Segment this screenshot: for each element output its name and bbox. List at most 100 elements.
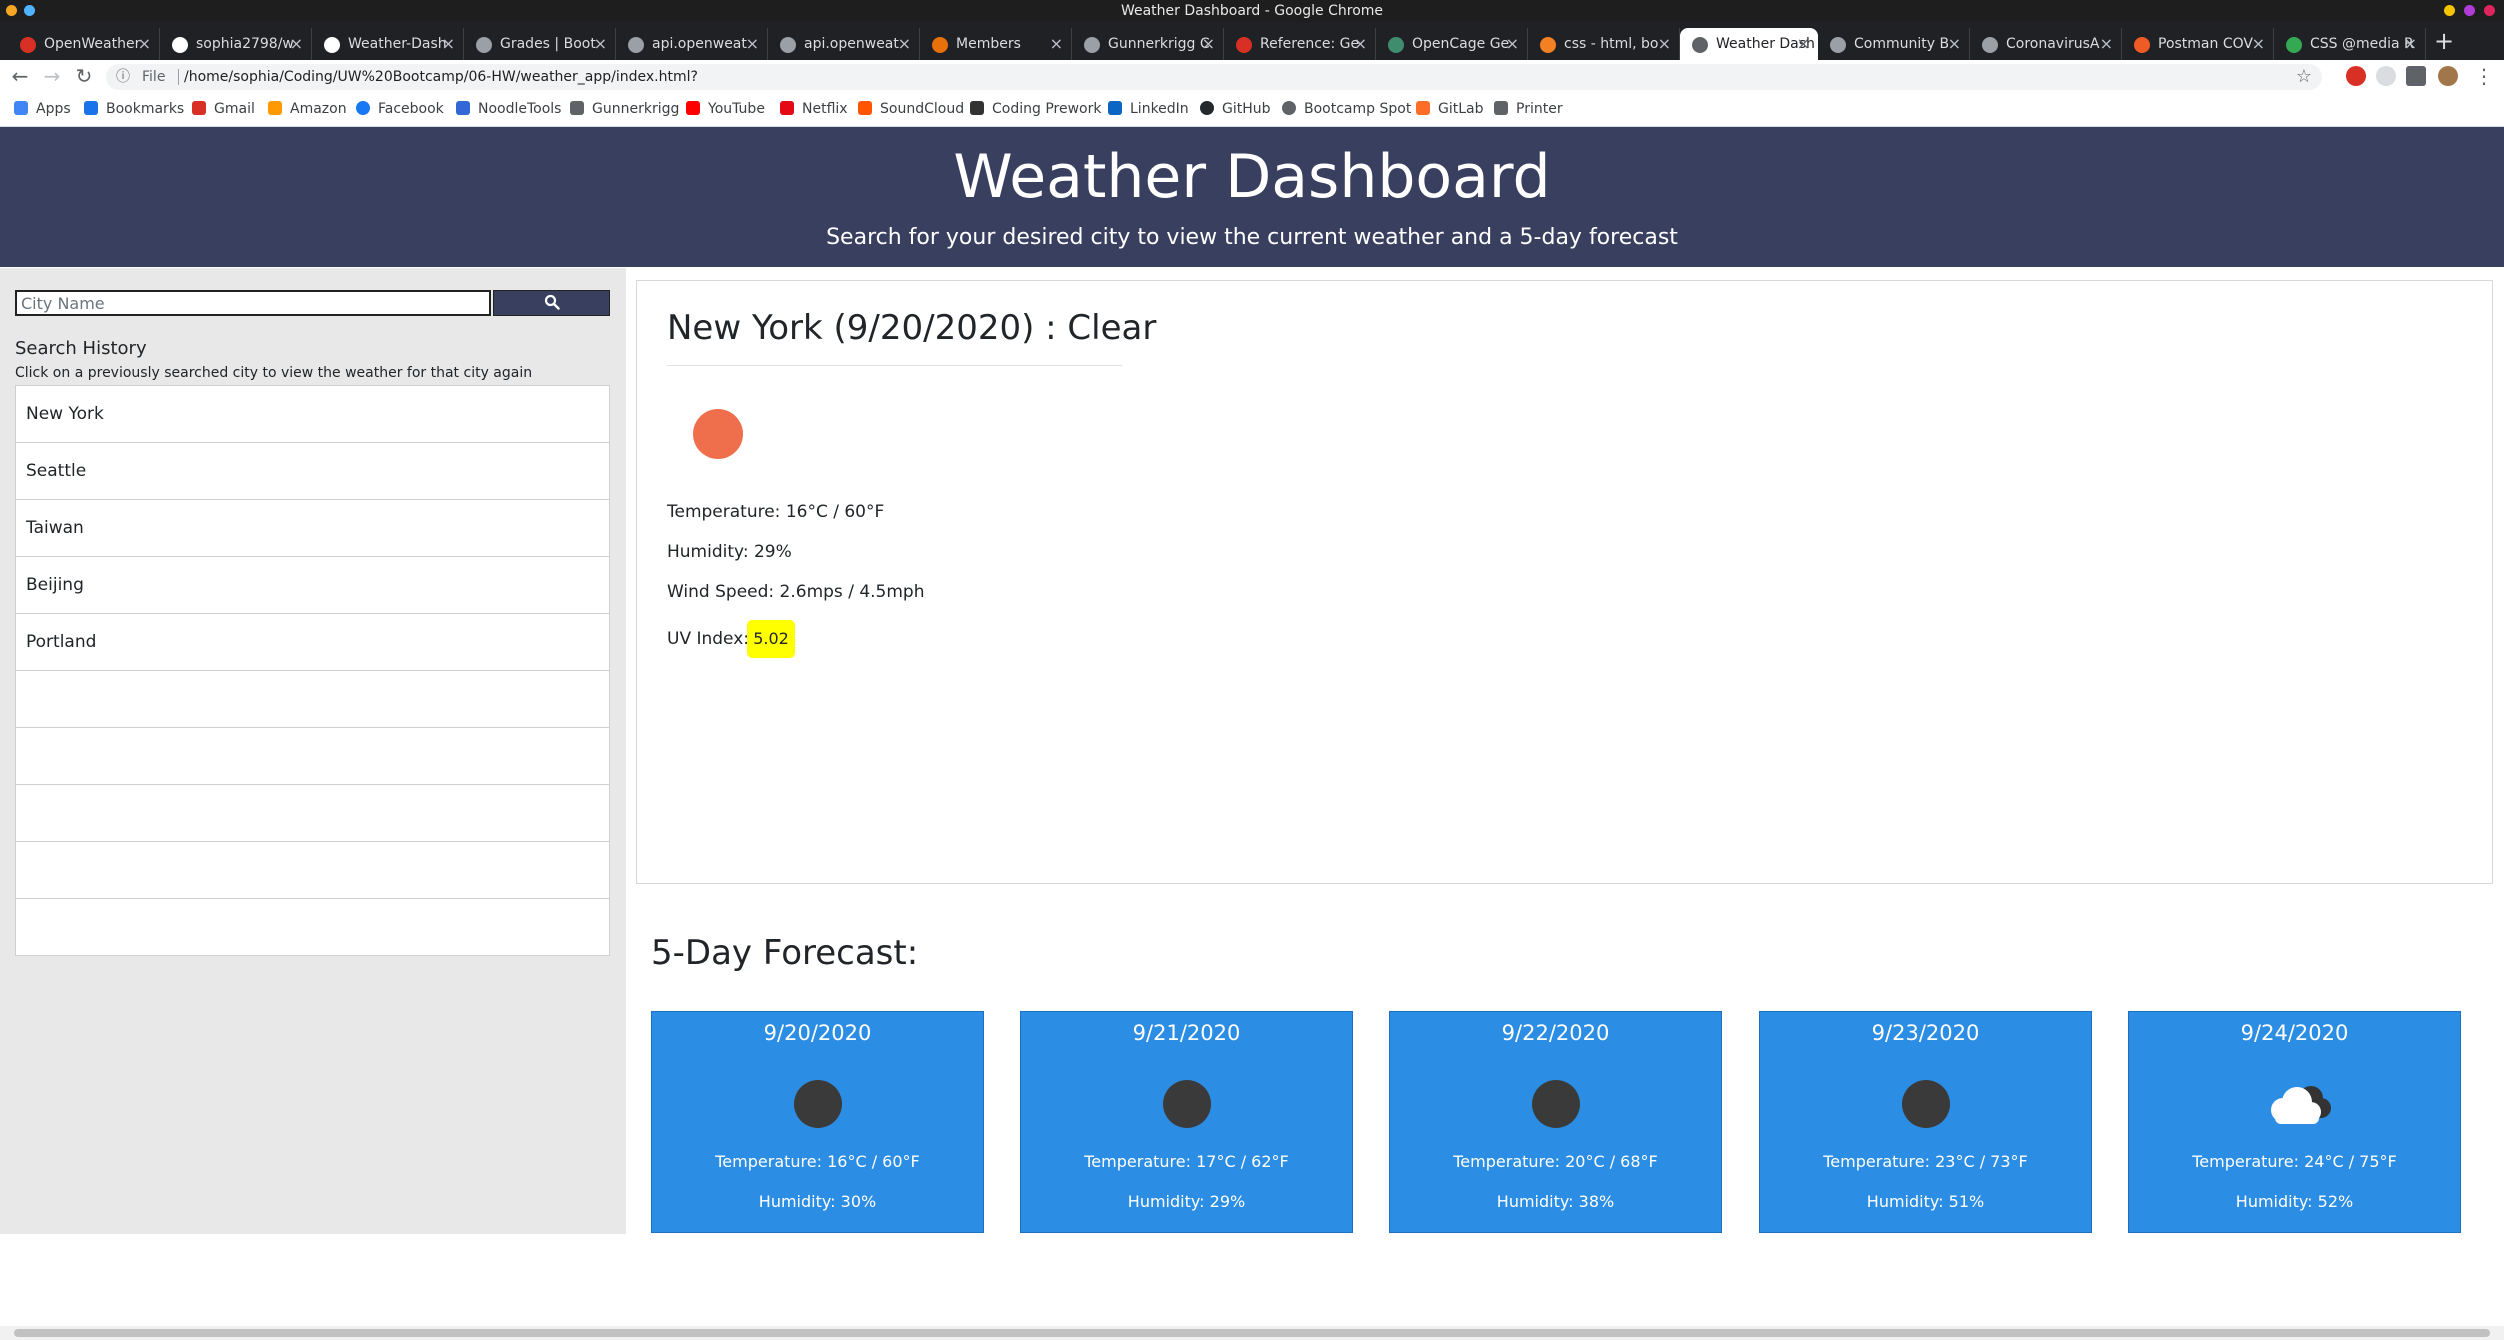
browser-tab[interactable]: Weather-Dash × xyxy=(312,28,464,60)
forecast-date: 9/23/2020 xyxy=(1871,1021,1980,1045)
browser-tab[interactable]: OpenCage Ge × xyxy=(1376,28,1528,60)
printer-icon xyxy=(1494,101,1508,115)
close-tab-icon[interactable]: × xyxy=(898,28,911,60)
close-tab-icon[interactable]: × xyxy=(1797,28,1810,60)
close-tab-icon[interactable]: × xyxy=(1202,28,1215,60)
bookmark-printer[interactable]: Printer xyxy=(1494,92,1563,126)
bookmarks-bar: Apps Bookmarks Gmail Amazon Facebook Noo… xyxy=(0,92,2504,127)
close-tab-icon[interactable]: × xyxy=(2252,28,2265,60)
browser-tab[interactable]: Reference: Ge × xyxy=(1224,28,1376,60)
close-tab-icon[interactable]: × xyxy=(2404,28,2417,60)
forward-icon[interactable]: → xyxy=(38,60,66,92)
bookmark-gitlab[interactable]: GitLab xyxy=(1416,92,1484,126)
history-item[interactable] xyxy=(15,727,610,785)
facebook-icon xyxy=(356,101,370,115)
browser-tab[interactable]: api.openweat × xyxy=(616,28,768,60)
close-tab-icon[interactable]: × xyxy=(1506,28,1519,60)
bookmark-bootcamp-spot[interactable]: Bootcamp Spot xyxy=(1282,92,1411,126)
browser-tab[interactable]: Gunnerkrigg C × xyxy=(1072,28,1224,60)
bookmark-gunnerkrigg[interactable]: Gunnerkrigg xyxy=(570,92,679,126)
forecast-temperature: Temperature: 24°C / 75°F xyxy=(2192,1152,2397,1171)
extension-icon[interactable] xyxy=(2376,66,2396,86)
browser-tab[interactable]: Grades | Boot × xyxy=(464,28,616,60)
reload-icon[interactable]: ↻ xyxy=(70,60,98,92)
search-button[interactable] xyxy=(493,290,610,316)
history-item[interactable]: Portland xyxy=(15,613,610,671)
url-text[interactable]: /home/sophia/Coding/UW%20Bootcamp/06-HW/… xyxy=(184,64,698,90)
bookmark-facebook[interactable]: Facebook xyxy=(356,92,444,126)
city-search-input[interactable] xyxy=(15,290,491,316)
chrome-menu-icon[interactable]: ⋮ xyxy=(2470,60,2498,92)
history-item[interactable]: Taiwan xyxy=(15,499,610,557)
clear-sun-icon xyxy=(693,409,743,459)
history-item[interactable] xyxy=(15,841,610,899)
history-item[interactable] xyxy=(15,898,610,956)
browser-tab[interactable]: Members × xyxy=(920,28,1072,60)
stackoverflow-icon xyxy=(1540,37,1556,53)
tab-label: Members xyxy=(956,36,1021,52)
bookmark-youtube[interactable]: YouTube xyxy=(686,92,765,126)
address-bar[interactable]: ⓘ File /home/sophia/Coding/UW%20Bootcamp… xyxy=(106,64,2322,90)
browser-tab[interactable]: OpenWeather × xyxy=(8,28,160,60)
close-tab-icon[interactable]: × xyxy=(290,28,303,60)
close-tab-icon[interactable]: × xyxy=(1354,28,1367,60)
browser-tab-active[interactable]: Weather Dash × xyxy=(1680,28,1818,60)
tab-label: Weather-Dash xyxy=(348,36,447,52)
cloud-icon xyxy=(2271,1086,2331,1124)
bookmark-gmail[interactable]: Gmail xyxy=(192,92,255,126)
bookmark-label: Facebook xyxy=(378,101,444,117)
bookmark-coding-prework[interactable]: Coding Prework xyxy=(970,92,1101,126)
info-icon[interactable]: ⓘ xyxy=(116,64,130,90)
history-item[interactable] xyxy=(15,784,610,842)
close-window-button[interactable] xyxy=(2484,5,2495,16)
close-tab-icon[interactable]: × xyxy=(1948,28,1961,60)
close-tab-icon[interactable]: × xyxy=(594,28,607,60)
browser-tab[interactable]: Community B × xyxy=(1818,28,1970,60)
maximize-button[interactable] xyxy=(2464,5,2475,16)
extension-icon[interactable] xyxy=(2346,66,2366,86)
bookmark-netflix[interactable]: Netflix xyxy=(780,92,848,126)
os-status-icon xyxy=(24,5,35,16)
minimize-button[interactable] xyxy=(2444,5,2455,16)
history-item[interactable]: Beijing xyxy=(15,556,610,614)
close-tab-icon[interactable]: × xyxy=(1658,28,1671,60)
history-item[interactable]: Seattle xyxy=(15,442,610,500)
bookmark-linkedin[interactable]: LinkedIn xyxy=(1108,92,1189,126)
browser-tab[interactable]: sophia2798/w × xyxy=(160,28,312,60)
browser-tab[interactable]: api.openweat × xyxy=(768,28,920,60)
horizontal-scrollbar[interactable] xyxy=(0,1326,2504,1340)
close-tab-icon[interactable]: × xyxy=(138,28,151,60)
tab-label: Grades | Boot xyxy=(500,36,596,52)
url-divider xyxy=(178,69,179,85)
profile-avatar[interactable] xyxy=(2438,66,2458,86)
history-item[interactable]: New York xyxy=(15,385,610,443)
scrollbar-thumb[interactable] xyxy=(14,1329,2490,1337)
bookmark-soundcloud[interactable]: SoundCloud xyxy=(858,92,964,126)
bookmark-github[interactable]: GitHub xyxy=(1200,92,1271,126)
close-tab-icon[interactable]: × xyxy=(746,28,759,60)
globe-icon xyxy=(1830,37,1846,53)
history-item[interactable] xyxy=(15,670,610,728)
globe-icon xyxy=(1282,101,1296,115)
new-tab-button[interactable]: + xyxy=(2428,22,2460,60)
puzzle-extensions-icon[interactable] xyxy=(2406,66,2426,86)
bookmark-bookmarks[interactable]: Bookmarks xyxy=(84,92,184,126)
tab-label: CoronavirusA xyxy=(2006,36,2100,52)
browser-tab[interactable]: CSS @media R × xyxy=(2274,28,2426,60)
forecast-humidity: Humidity: 52% xyxy=(2235,1192,2354,1211)
os-menu-icon[interactable] xyxy=(6,5,17,16)
bookmark-noodletools[interactable]: NoodleTools xyxy=(456,92,561,126)
browser-tab[interactable]: CoronavirusA × xyxy=(1970,28,2122,60)
bookmark-amazon[interactable]: Amazon xyxy=(268,92,347,126)
browser-tab[interactable]: css - html, bo × xyxy=(1528,28,1680,60)
bookmark-apps[interactable]: Apps xyxy=(14,92,71,126)
bookmark-star-icon[interactable]: ☆ xyxy=(2296,64,2312,90)
clear-icon xyxy=(1163,1080,1211,1128)
close-tab-icon[interactable]: × xyxy=(2100,28,2113,60)
back-icon[interactable]: ← xyxy=(6,60,34,92)
github-icon xyxy=(1200,101,1214,115)
close-tab-icon[interactable]: × xyxy=(442,28,455,60)
browser-tab[interactable]: Postman COV × xyxy=(2122,28,2274,60)
bookmark-label: GitHub xyxy=(1222,101,1271,117)
close-tab-icon[interactable]: × xyxy=(1050,28,1063,60)
